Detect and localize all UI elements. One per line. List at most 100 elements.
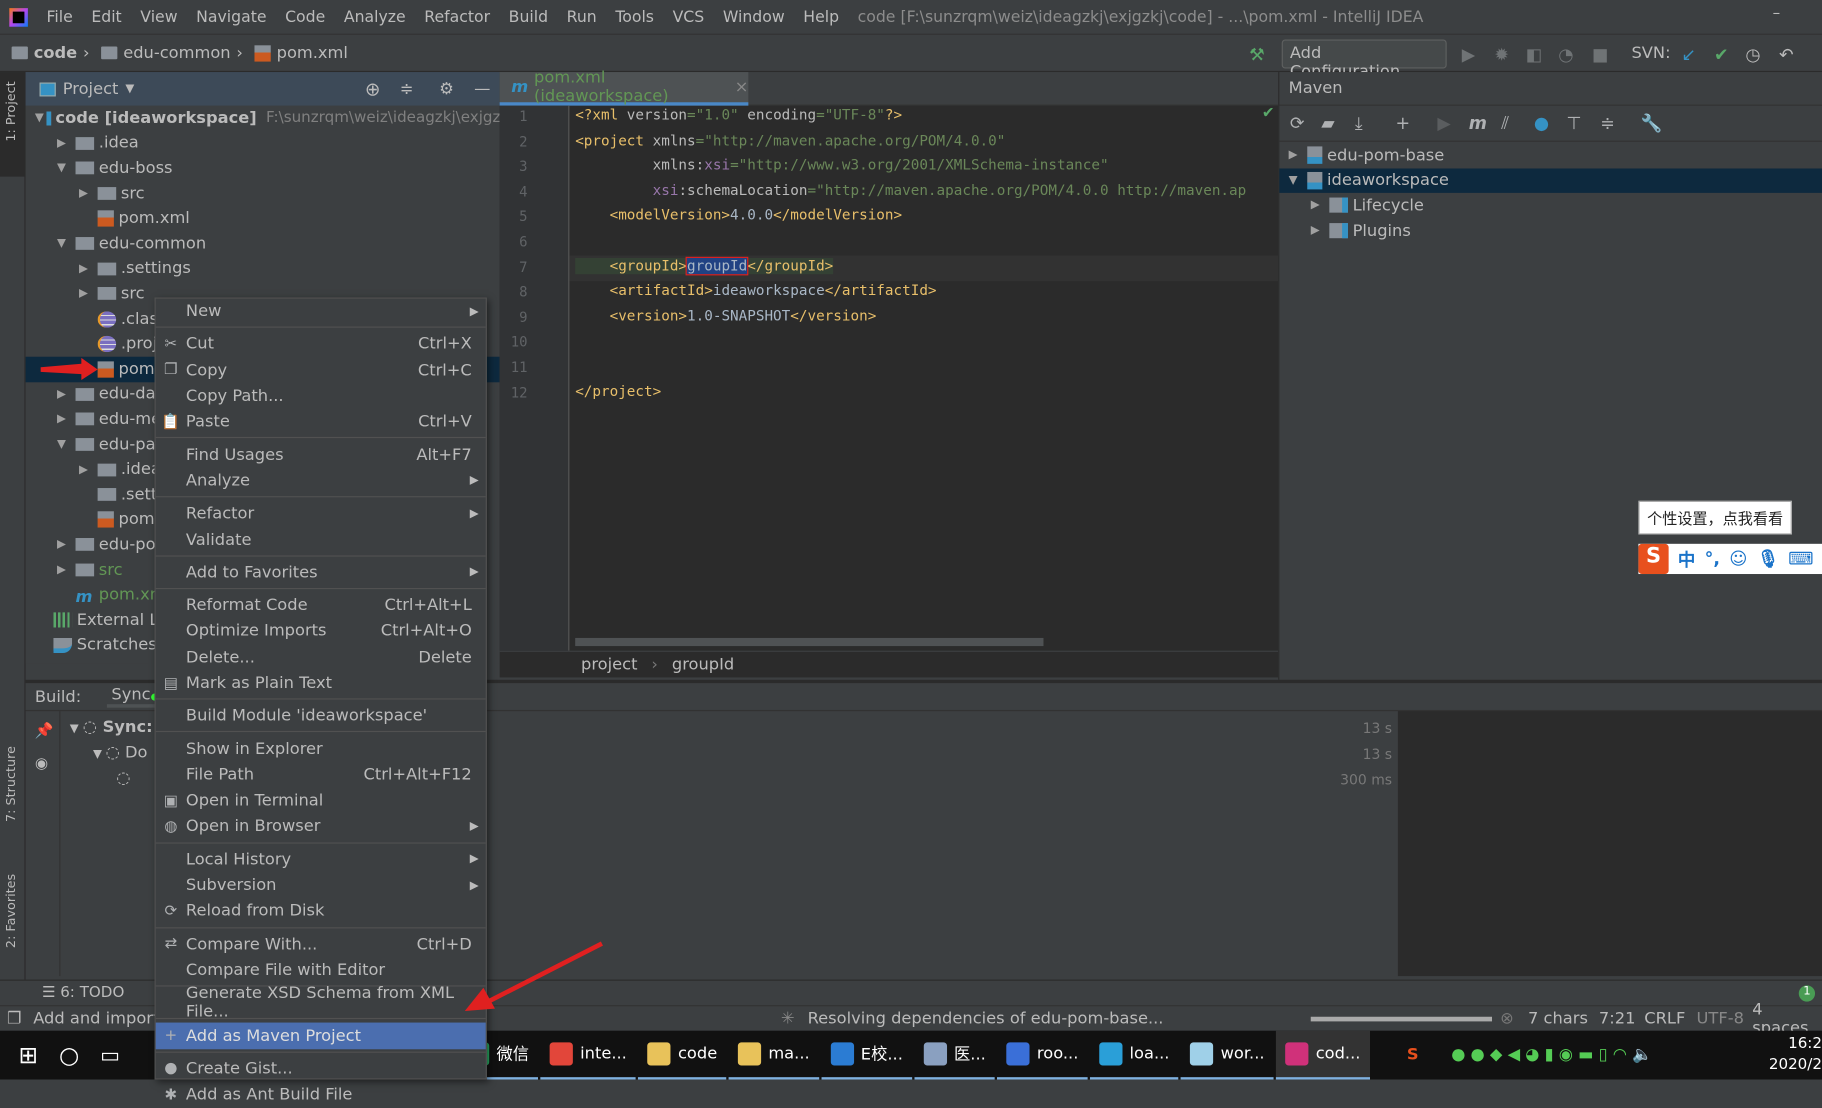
menu-build[interactable]: Build [499, 8, 557, 27]
collapsed-arrow-icon[interactable]: ▶ [1311, 224, 1327, 237]
revert-icon[interactable]: ↶ [1779, 44, 1794, 65]
collapsed-arrow-icon[interactable]: ▶ [57, 539, 73, 552]
build-console[interactable] [1397, 711, 1822, 977]
collapse-icon[interactable]: ≑ [1600, 113, 1615, 134]
menu-item-delete[interactable]: Delete... Delete [156, 644, 486, 670]
code-line[interactable]: <project xmlns="http://maven.apache.org/… [575, 132, 1005, 148]
tree-item[interactable]: ▼ ideaworkspace [1279, 168, 1822, 194]
menu-code[interactable]: Code [276, 8, 335, 27]
menu-item-cut[interactable]: ✂ Cut Ctrl+X [156, 332, 486, 358]
toggle-offline-icon[interactable]: ⫽ [1501, 113, 1509, 134]
ime-punctuation[interactable]: °, [1705, 548, 1720, 569]
cancel-progress-icon[interactable]: ⊗ [1500, 1009, 1514, 1028]
caret-position[interactable]: 7:21 [1599, 1009, 1636, 1028]
collapsed-arrow-icon[interactable]: ▶ [1311, 199, 1327, 212]
minimize-button[interactable]: – [1773, 5, 1781, 22]
expanded-arrow-icon[interactable]: ▼ [57, 162, 73, 175]
windows-start-icon[interactable]: ⊞ [19, 1041, 38, 1069]
hide-icon[interactable]: — [474, 80, 490, 99]
code-line[interactable]: <artifactId>ideaworkspace</artifactId> [575, 283, 937, 299]
expanded-arrow-icon[interactable]: ▼ [57, 438, 73, 451]
show-dependencies-icon[interactable]: ⊤ [1566, 113, 1581, 134]
collapsed-arrow-icon[interactable]: ▶ [57, 564, 73, 577]
skip-tests-icon[interactable]: ● [1534, 113, 1549, 134]
svn-commit-icon[interactable]: ✔ [1714, 44, 1729, 65]
tab-pom-xml[interactable]: m pom.xml (ideaworkspace) × [499, 69, 749, 106]
collapsed-arrow-icon[interactable]: ▶ [1289, 149, 1305, 162]
build-tree-item[interactable]: ▼ ◌ Sync: [70, 718, 153, 737]
menu-item-optimize-imports[interactable]: Optimize Imports Ctrl+Alt+O [156, 618, 486, 644]
menu-item-subversion[interactable]: Subversion ▶ [156, 873, 486, 899]
search-circle-icon[interactable]: ○ [59, 1041, 79, 1069]
add-configuration-button[interactable]: Add Configuration... [1281, 39, 1447, 81]
menu-window[interactable]: Window [714, 8, 794, 27]
breadcrumb-project[interactable]: project [581, 655, 637, 674]
taskbar-item[interactable]: cod... [1276, 1030, 1370, 1080]
gear-icon[interactable]: ⚙ [439, 80, 454, 99]
menu-item-reload-from-disk[interactable]: ⟳ Reload from Disk [156, 898, 486, 924]
expanded-arrow-icon[interactable]: ▼ [57, 237, 73, 250]
menu-item-new[interactable]: New ▶ [156, 299, 486, 325]
tree-item[interactable]: ▼ edu-boss [26, 156, 500, 181]
menu-help[interactable]: Help [794, 8, 848, 27]
clock[interactable]: 16:2 2020/2 [1769, 1034, 1822, 1076]
status-toggle-icon[interactable]: ❐ [7, 1009, 22, 1028]
collapsed-arrow-icon[interactable]: ▶ [57, 413, 73, 426]
run-maven-icon[interactable]: ▶ [1437, 113, 1450, 134]
collapsed-arrow-icon[interactable]: ▶ [79, 262, 95, 275]
code-line[interactable]: xsi:schemaLocation="http://maven.apache.… [575, 182, 1247, 198]
menu-item-copy[interactable]: ❐ Copy Ctrl+C [156, 357, 486, 383]
collapsed-arrow-icon[interactable]: ▶ [57, 137, 73, 150]
taskbar-item[interactable]: roo... [997, 1031, 1088, 1080]
collapse-all-icon[interactable]: ≑ [400, 80, 414, 99]
menu-refactor[interactable]: Refactor [415, 8, 499, 27]
tree-item[interactable]: ▶ .idea [26, 131, 500, 156]
menu-navigate[interactable]: Navigate [187, 8, 276, 27]
taskbar-item[interactable]: code [638, 1031, 727, 1080]
profile-icon[interactable]: ◔ [1558, 44, 1573, 65]
breadcrumb-edu-common[interactable]: edu-common › [101, 44, 243, 62]
code-line[interactable]: </project> [575, 383, 661, 399]
structure-tool-tab[interactable]: 7: Structure [3, 746, 18, 822]
menu-item-compare-with[interactable]: ⇄ Compare With... Ctrl+D [156, 931, 486, 957]
tree-item[interactable]: ▼ edu-common [26, 231, 500, 256]
menu-item-refactor[interactable]: Refactor ▶ [156, 501, 486, 527]
menu-item-show-in-explorer[interactable]: Show in Explorer [156, 736, 486, 762]
task-view-icon[interactable]: ▭ [100, 1043, 120, 1067]
breadcrumb-pom-xml[interactable]: pom.xml [254, 44, 348, 62]
build-hammer-icon[interactable]: ⚒ [1249, 44, 1265, 65]
menu-tools[interactable]: Tools [606, 8, 663, 27]
history-icon[interactable]: ◷ [1745, 44, 1760, 65]
collapsed-arrow-icon[interactable]: ▶ [79, 187, 95, 200]
menu-item-copy-path[interactable]: Copy Path... [156, 383, 486, 409]
notifications-badge[interactable]: 1 [1798, 984, 1816, 1002]
download-icon[interactable]: ⤓ [1355, 113, 1363, 134]
horizontal-scrollbar[interactable] [575, 637, 1044, 647]
wrench-icon[interactable]: 🔧 [1641, 113, 1663, 134]
menu-item-file-path[interactable]: File Path Ctrl+Alt+F12 [156, 762, 486, 788]
build-tree-item[interactable]: ◌ [116, 769, 130, 788]
locate-icon[interactable]: ⊕ [365, 78, 381, 100]
code-line[interactable]: <?xml version="1.0" encoding="UTF-8"?> [575, 107, 902, 123]
stop-icon[interactable]: ■ [1592, 44, 1608, 65]
menu-item-local-history[interactable]: Local History ▶ [156, 847, 486, 873]
expanded-arrow-icon[interactable]: ▼ [35, 112, 44, 125]
taskbar-item[interactable]: 医... [914, 1031, 996, 1080]
ime-mode[interactable]: 中 [1678, 547, 1695, 571]
reimport-icon[interactable]: ⟳ [1290, 113, 1305, 134]
menu-view[interactable]: View [131, 8, 187, 27]
close-tab-icon[interactable]: × [735, 78, 749, 97]
menu-item-compare-file-with-editor[interactable]: Compare File with Editor [156, 957, 486, 983]
taskbar-item[interactable]: wor... [1181, 1031, 1274, 1080]
menu-item-build-module-ideaworkspace[interactable]: Build Module 'ideaworkspace' [156, 703, 486, 729]
eye-icon[interactable]: ◉ [35, 755, 48, 772]
microphone-icon[interactable]: 🎙 [1757, 548, 1779, 569]
status-message[interactable]: Add and import [33, 1009, 159, 1028]
menu-edit[interactable]: Edit [82, 8, 131, 27]
emoji-icon[interactable]: ☺ [1729, 548, 1747, 569]
menu-item-find-usages[interactable]: Find Usages Alt+F7 [156, 442, 486, 468]
tree-item[interactable]: ▶ .settings [26, 256, 500, 281]
menu-analyze[interactable]: Analyze [335, 8, 415, 27]
menu-vcs[interactable]: VCS [663, 8, 713, 27]
taskbar-item[interactable]: E校... [821, 1031, 913, 1080]
